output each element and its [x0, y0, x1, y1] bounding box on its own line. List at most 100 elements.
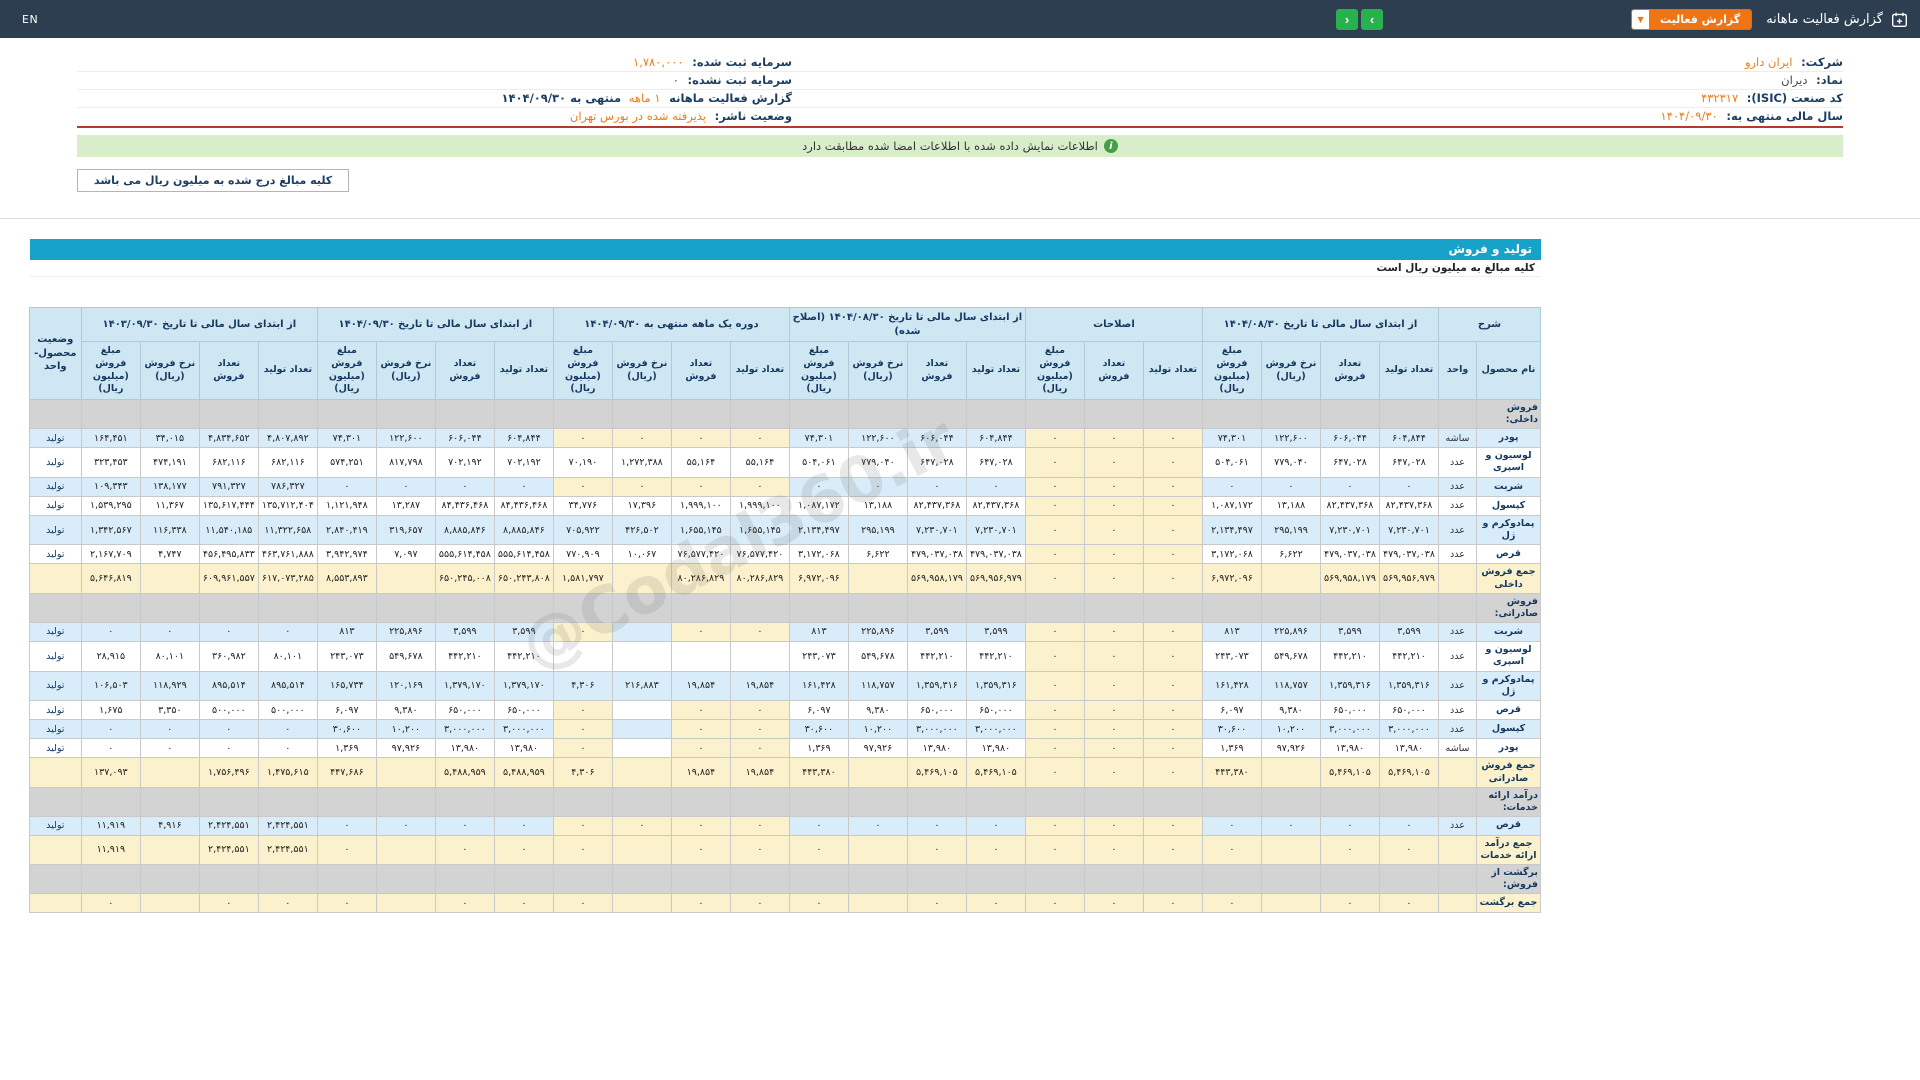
- value-cell: ۰: [1142, 815, 1203, 836]
- value-cell: ۰: [1201, 834, 1262, 866]
- value-cell: ۰: [1024, 738, 1085, 759]
- value-cell: ۱۰,۲۰۰: [375, 719, 436, 740]
- value-cell: ۸,۸۸۵,۸۴۶: [434, 514, 495, 546]
- value-cell: ۵۶۹,۹۵۶,۹۷۹: [1378, 563, 1439, 595]
- value-cell: ۰: [906, 815, 967, 836]
- empty-cell: [670, 864, 731, 895]
- product-name-cell: پودر: [1476, 428, 1541, 448]
- value-cell: ۰: [552, 428, 613, 448]
- value-cell: ۵۵۵,۶۱۴,۴۵۸: [493, 544, 554, 565]
- value-cell: ۰: [375, 815, 436, 836]
- value-cell: ۰: [80, 719, 141, 740]
- empty-cell: [1378, 399, 1439, 429]
- value-cell: ۹,۳۸۰: [375, 700, 436, 721]
- value-cell: ۴۴۲,۲۱۰: [1319, 640, 1380, 672]
- status-cell: تولید: [28, 447, 82, 478]
- value-cell: ۱,۳۷۹,۱۷۰: [434, 670, 495, 702]
- value-cell: ۳,۹۴۲,۹۷۴: [316, 544, 377, 565]
- value-cell: ۰: [729, 428, 790, 448]
- banner-text: اطلاعات نمایش داده شده با اطلاعات امضا ش…: [802, 139, 1098, 153]
- empty-cell: [434, 786, 495, 817]
- value-cell: ۰: [670, 719, 731, 740]
- table-row: جمع فروش صادراتی ۵,۴۶۹,۱۰۵ ۵,۴۶۹,۱۰۵ ۴۴۳,۳۸…: [28, 757, 1541, 788]
- value-cell: ۱۲۰,۱۶۹: [375, 670, 436, 702]
- value-cell: ۰: [611, 476, 672, 497]
- next-report-button[interactable]: ›: [1361, 8, 1384, 30]
- value-cell: ۶۵۰,۰۰۰: [906, 700, 967, 721]
- value-cell: ۷۰,۱۹۰: [552, 447, 613, 478]
- value-cell: ۰: [1142, 563, 1203, 595]
- value-cell: ۴,۸۳۴,۶۵۲: [198, 428, 259, 448]
- empty-cell: [1024, 864, 1085, 895]
- column-header: تعداد تولید: [1378, 340, 1439, 401]
- value-cell: ۰: [965, 815, 1026, 836]
- empty-cell: [139, 786, 200, 817]
- value-cell: ۸۲,۴۳۷,۳۶۸: [906, 495, 967, 516]
- value-cell: ۲۴۳,۰۷۳: [788, 640, 849, 672]
- table-wrap: @Codal360.ir شرحاز ابتدای سال مالی تا تا…: [28, 306, 1542, 914]
- value-cell: ۴,۳۰۶: [552, 757, 613, 788]
- value-cell: ۱۹,۸۵۴: [729, 757, 790, 788]
- language-toggle-en[interactable]: EN: [12, 13, 38, 26]
- value-cell: ۷,۲۳۰,۷۰۱: [906, 514, 967, 546]
- value-cell: ۶۴۷,۰۲۸: [965, 447, 1026, 478]
- value-cell: ۰: [257, 719, 318, 740]
- value-cell: ۰: [493, 834, 554, 866]
- value-cell: ۰: [1378, 815, 1439, 836]
- value-cell: ۶۵۰,۲۴۳,۸۰۸: [493, 563, 554, 595]
- symbol-field: نماد: دیران: [960, 72, 1843, 90]
- value-cell: ۶۸۲,۱۱۶: [257, 447, 318, 478]
- product-name-cell: کپسول: [1476, 495, 1541, 516]
- value-cell: ۱۶۴,۴۵۱: [80, 428, 141, 448]
- value-cell: ۴۷۹,۰۳۷,۰۳۸: [906, 544, 967, 565]
- empty-cell: [139, 593, 200, 623]
- empty-cell: [316, 864, 377, 895]
- value-cell: ۵,۴۶۹,۱۰۵: [1319, 757, 1380, 788]
- empty-cell: [729, 786, 790, 817]
- value-cell: ۱۰۶,۵۰۳: [80, 670, 141, 702]
- value-cell: ۰: [80, 738, 141, 759]
- column-header: مبلغ فروش (میلیون ریال): [552, 340, 613, 401]
- value-cell: ۰: [1142, 719, 1203, 740]
- empty-cell: [257, 399, 318, 429]
- empty-cell: [965, 786, 1026, 817]
- report-type-select[interactable]: گزارش فعالیت ▼: [1631, 8, 1753, 30]
- value-cell: ۱۳۵,۷۱۲,۴۰۴: [257, 495, 318, 516]
- value-cell: ۸۱۳: [316, 621, 377, 642]
- value-cell: [139, 757, 200, 788]
- value-cell: ۶,۶۲۲: [847, 544, 908, 565]
- value-cell: ۰: [198, 893, 259, 914]
- value-cell: ۰: [729, 834, 790, 866]
- value-cell: ۰: [729, 738, 790, 759]
- value-cell: ۸۹۵,۵۱۴: [198, 670, 259, 702]
- value-cell: ۸۰,۲۸۶,۸۲۹: [670, 563, 731, 595]
- empty-cell: [611, 864, 672, 895]
- value-cell: ۰: [1319, 815, 1380, 836]
- value-cell: ۰: [906, 893, 967, 914]
- value-cell: ۵۵۵,۶۱۴,۴۵۸: [434, 544, 495, 565]
- value-cell: ۰: [316, 893, 377, 914]
- value-cell: ۱,۶۷۵: [80, 700, 141, 721]
- empty-cell: [729, 399, 790, 429]
- value-cell: ۱۲۲,۶۰۰: [375, 428, 436, 448]
- value-cell: ۰: [611, 815, 672, 836]
- value-cell: ۱,۱۲۱,۹۴۸: [316, 495, 377, 516]
- empty-cell: [493, 864, 554, 895]
- value-cell: ۱۳۸,۱۷۷: [139, 476, 200, 497]
- value-cell: ۱۲۲,۶۰۰: [847, 428, 908, 448]
- value-cell: ۵۷۴,۲۵۱: [316, 447, 377, 478]
- section-currency-note: کلیه مبالغ به میلیون ریال است: [30, 260, 1541, 277]
- value-cell: [552, 640, 613, 672]
- prev-report-button[interactable]: ‹: [1336, 8, 1359, 30]
- value-cell: ۰: [1260, 815, 1321, 836]
- value-cell: ۰: [552, 700, 613, 721]
- value-cell: ۰: [1083, 640, 1144, 672]
- value-cell: ۰: [1083, 514, 1144, 546]
- value-cell: ۰: [670, 428, 731, 448]
- product-name-cell: کپسول: [1476, 719, 1541, 740]
- value-cell: ۱۱۸,۷۵۷: [847, 670, 908, 702]
- table-row: قرص عدد ۰ ۰ ۰ ۰ ۰ ۰ ۰ ۰ ۰ ۰ ۰ ۰ ۰ ۰ ۰ ۰ ۰ ۰ ۰ ۲,۴۲۴,۵۵۱ ۲,۴۲۴,…: [28, 815, 1541, 836]
- value-cell: ۴۷۴,۱۹۱: [139, 447, 200, 478]
- empty-cell: [434, 399, 495, 429]
- status-cell: [28, 893, 82, 914]
